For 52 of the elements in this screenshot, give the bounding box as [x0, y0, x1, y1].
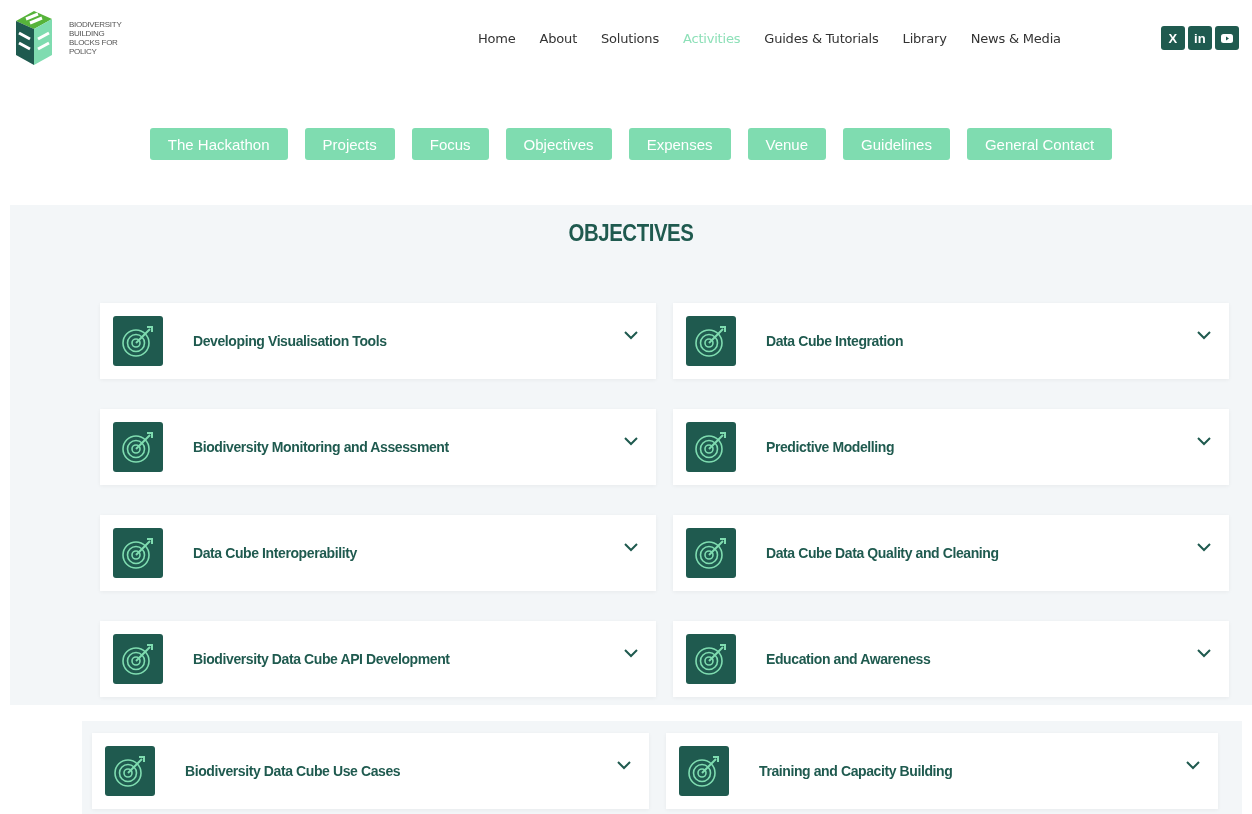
nav-link[interactable]: Home: [478, 30, 516, 46]
objective-title: Biodiversity Data Cube API Development: [193, 651, 451, 667]
objective-title: Developing Visualisation Tools: [193, 333, 388, 349]
objective-title: Data Cube Interoperability: [193, 545, 358, 561]
target-icon: [113, 422, 163, 472]
objective-card[interactable]: Biodiversity Monitoring and Assessment: [100, 409, 656, 485]
chevron-icon[interactable]: [1186, 761, 1200, 770]
chevron-icon[interactable]: [624, 331, 638, 340]
target-icon: [679, 746, 729, 796]
objective-title: Training and Capacity Building: [759, 763, 954, 779]
target-icon: [113, 316, 163, 366]
objective-title: Biodiversity Monitoring and Assessment: [193, 439, 450, 455]
chevron-icon[interactable]: [624, 543, 638, 552]
objective-title: Data Cube Integration: [766, 333, 905, 349]
chevron-icon[interactable]: [624, 649, 638, 658]
objective-title: Predictive Modelling: [766, 439, 896, 455]
objective-card[interactable]: Data Cube Data Quality and Cleaning: [673, 515, 1229, 591]
target-icon: [686, 422, 736, 472]
objective-card[interactable]: Training and Capacity Building: [666, 733, 1218, 809]
objective-card[interactable]: Education and Awareness: [673, 621, 1229, 697]
target-icon: [686, 316, 736, 366]
objective-card[interactable]: Developing Visualisation Tools: [100, 303, 656, 379]
play-icon: [1220, 33, 1233, 43]
nav-link[interactable]: Guides & Tutorials: [764, 30, 879, 46]
target-icon: [113, 528, 163, 578]
nav-link[interactable]: Solutions: [601, 30, 659, 46]
objective-title: Biodiversity Data Cube Use Cases: [185, 763, 402, 779]
chevron-icon[interactable]: [1197, 437, 1211, 446]
objective-card[interactable]: Predictive Modelling: [673, 409, 1229, 485]
logo-wordmark: BIODIVERSITY BUILDING BLOCKS FOR POLICY: [69, 20, 122, 56]
objective-title: Data Cube Data Quality and Cleaning: [766, 545, 1000, 561]
youtube-link[interactable]: [1214, 26, 1239, 50]
chevron-icon[interactable]: [1197, 543, 1211, 552]
nav-link[interactable]: About: [539, 30, 578, 46]
target-icon: [105, 746, 155, 796]
objective-title: Education and Awareness: [766, 651, 932, 667]
nav-link[interactable]: Library: [902, 30, 947, 46]
target-icon: [686, 528, 736, 578]
linkedin-link[interactable]: in: [1187, 26, 1212, 50]
section-title: OBJECTIVES: [567, 219, 695, 247]
objective-card[interactable]: Data Cube Interoperability: [100, 515, 656, 591]
chevron-icon[interactable]: [617, 761, 631, 770]
objective-card[interactable]: Biodiversity Data Cube Use Cases: [92, 733, 649, 809]
chevron-icon[interactable]: [1197, 331, 1211, 340]
objective-card[interactable]: Data Cube Integration: [673, 303, 1229, 379]
x-link[interactable]: X: [1160, 26, 1185, 50]
chevron-icon[interactable]: [1197, 649, 1211, 658]
chevron-icon[interactable]: [624, 437, 638, 446]
target-icon: [686, 634, 736, 684]
target-icon: [113, 634, 163, 684]
objective-card[interactable]: Biodiversity Data Cube API Development: [100, 621, 656, 697]
nav-link[interactable]: News & Media: [970, 30, 1061, 46]
